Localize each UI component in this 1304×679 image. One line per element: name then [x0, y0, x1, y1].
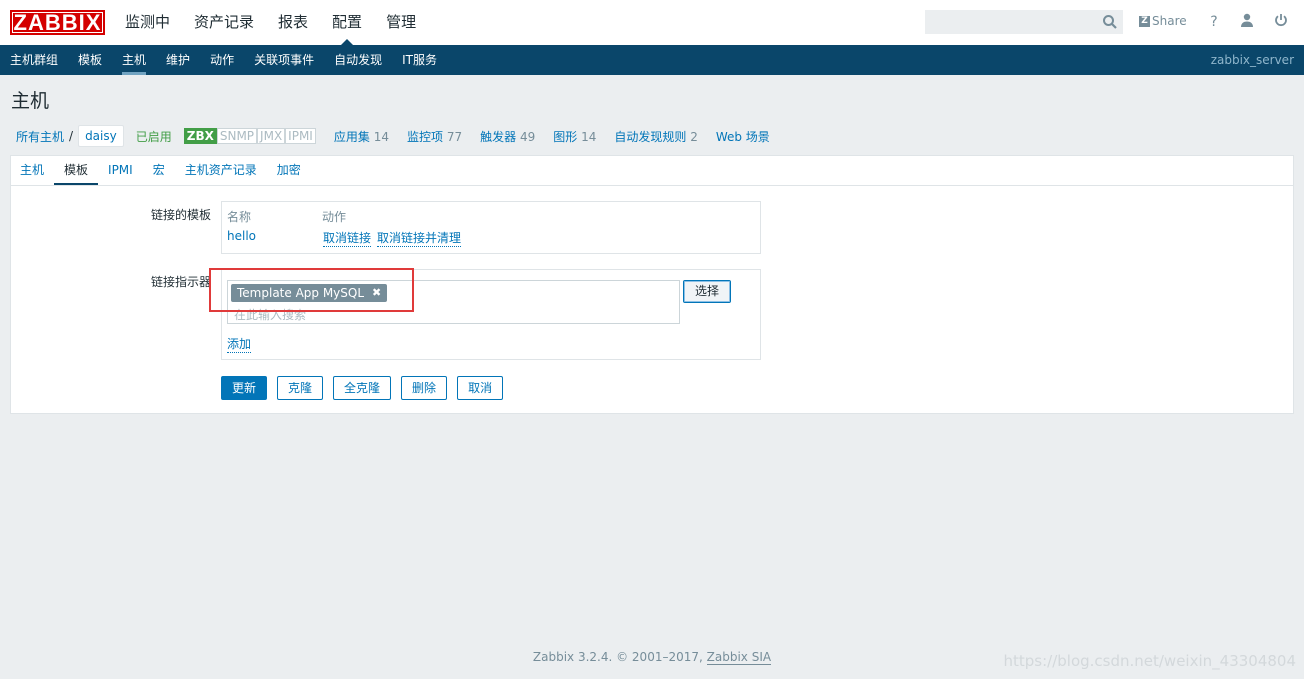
- template-link[interactable]: hello: [227, 229, 256, 243]
- link-graphs[interactable]: 图形 14: [553, 128, 596, 145]
- link-items[interactable]: 监控项 77: [407, 128, 462, 145]
- availability-badges: ZBX SNMP JMX IPMI: [183, 128, 316, 144]
- server-name: zabbix_server: [1210, 53, 1294, 67]
- unlink-button[interactable]: 取消链接: [323, 229, 372, 247]
- search-icon[interactable]: [1102, 14, 1118, 30]
- search-input[interactable]: [925, 10, 1123, 34]
- form-buttons: 更新 克隆 全克隆 删除 取消: [221, 376, 513, 400]
- badge-snmp: SNMP: [216, 128, 258, 144]
- col-name: 名称: [227, 210, 252, 224]
- tab-encryption[interactable]: 加密: [267, 155, 311, 186]
- subnav-it-services[interactable]: IT服务: [402, 45, 437, 75]
- full-clone-button[interactable]: 全克隆: [333, 376, 392, 400]
- tab-host[interactable]: 主机: [10, 155, 54, 186]
- menu-configuration[interactable]: 配置: [332, 0, 362, 45]
- update-button[interactable]: 更新: [221, 376, 268, 400]
- link-indicator-label: 链接指示器: [150, 275, 211, 289]
- host-status[interactable]: 已启用: [136, 128, 172, 145]
- footer-link[interactable]: Zabbix SIA: [706, 650, 772, 665]
- form-tabs: 主机 模板 IPMI 宏 主机资产记录 加密: [10, 155, 311, 186]
- linked-templates-label: 链接的模板: [150, 208, 211, 222]
- delete-button[interactable]: 删除: [401, 376, 448, 400]
- menu-monitoring[interactable]: 监测中: [125, 0, 170, 45]
- unlink-and-clear-button[interactable]: 取消链接并清理: [377, 229, 462, 247]
- menu-administration[interactable]: 管理: [386, 0, 416, 45]
- subnav-discovery[interactable]: 自动发现: [334, 45, 382, 75]
- power-icon[interactable]: [1272, 13, 1290, 31]
- zabbix-logo[interactable]: ZABBIX: [10, 10, 105, 35]
- share-button[interactable]: Z Share: [1139, 14, 1187, 28]
- subnav-templates[interactable]: 模板: [78, 45, 102, 75]
- breadcrumb-current-host[interactable]: daisy: [78, 125, 124, 147]
- tab-macros[interactable]: 宏: [143, 155, 175, 186]
- tab-inventory[interactable]: 主机资产记录: [175, 155, 267, 186]
- subnav-correlation[interactable]: 关联项事件: [254, 45, 314, 75]
- breadcrumb: 所有主机 / daisy 已启用 ZBX SNMP JMX IPMI 应用集 1…: [10, 124, 788, 148]
- tab-templates[interactable]: 模板: [54, 155, 99, 186]
- linked-templates-table: 名称 动作 hello 取消链接 取消链接并清理: [221, 201, 761, 254]
- main-menu: 监测中 资产记录 报表 配置 管理: [125, 0, 440, 45]
- subnav-hostgroups[interactable]: 主机群组: [10, 45, 58, 75]
- menu-inventory[interactable]: 资产记录: [194, 0, 254, 45]
- badge-ipmi: IPMI: [285, 128, 316, 144]
- subnav-hosts[interactable]: 主机: [122, 45, 147, 75]
- page-title: 主机: [11, 90, 50, 112]
- user-icon[interactable]: [1238, 13, 1256, 31]
- link-triggers[interactable]: 触发器 49: [480, 128, 535, 145]
- link-discovery-rules[interactable]: 自动发现规则 2: [614, 128, 697, 145]
- sub-navigation: 主机群组 模板 主机 维护 动作 关联项事件 自动发现 IT服务 zabbix_…: [0, 45, 1304, 75]
- col-action: 动作: [322, 210, 347, 224]
- help-icon[interactable]: ?: [1205, 13, 1223, 31]
- select-button[interactable]: 选择: [683, 280, 731, 303]
- watermark: https://blog.csdn.net/weixin_43304804: [1003, 652, 1296, 670]
- highlight-annotation: [209, 268, 414, 312]
- link-web-scenarios[interactable]: Web 场景: [716, 128, 770, 145]
- link-applications[interactable]: 应用集 14: [334, 128, 389, 145]
- breadcrumb-all-hosts[interactable]: 所有主机: [16, 128, 64, 145]
- breadcrumb-separator: /: [69, 129, 74, 143]
- cancel-button[interactable]: 取消: [457, 376, 504, 400]
- subnav-actions[interactable]: 动作: [210, 45, 234, 75]
- badge-zbx: ZBX: [183, 128, 217, 144]
- subnav-maintenance[interactable]: 维护: [166, 45, 190, 75]
- add-link[interactable]: 添加: [227, 335, 252, 353]
- badge-jmx: JMX: [257, 128, 286, 144]
- share-icon: Z: [1139, 15, 1150, 27]
- tab-divider: [11, 185, 1293, 186]
- clone-button[interactable]: 克隆: [277, 376, 324, 400]
- menu-reports[interactable]: 报表: [278, 0, 308, 45]
- top-header: ZABBIX 监测中 资产记录 报表 配置 管理 Z Share ?: [0, 0, 1304, 45]
- tab-ipmi[interactable]: IPMI: [98, 155, 143, 186]
